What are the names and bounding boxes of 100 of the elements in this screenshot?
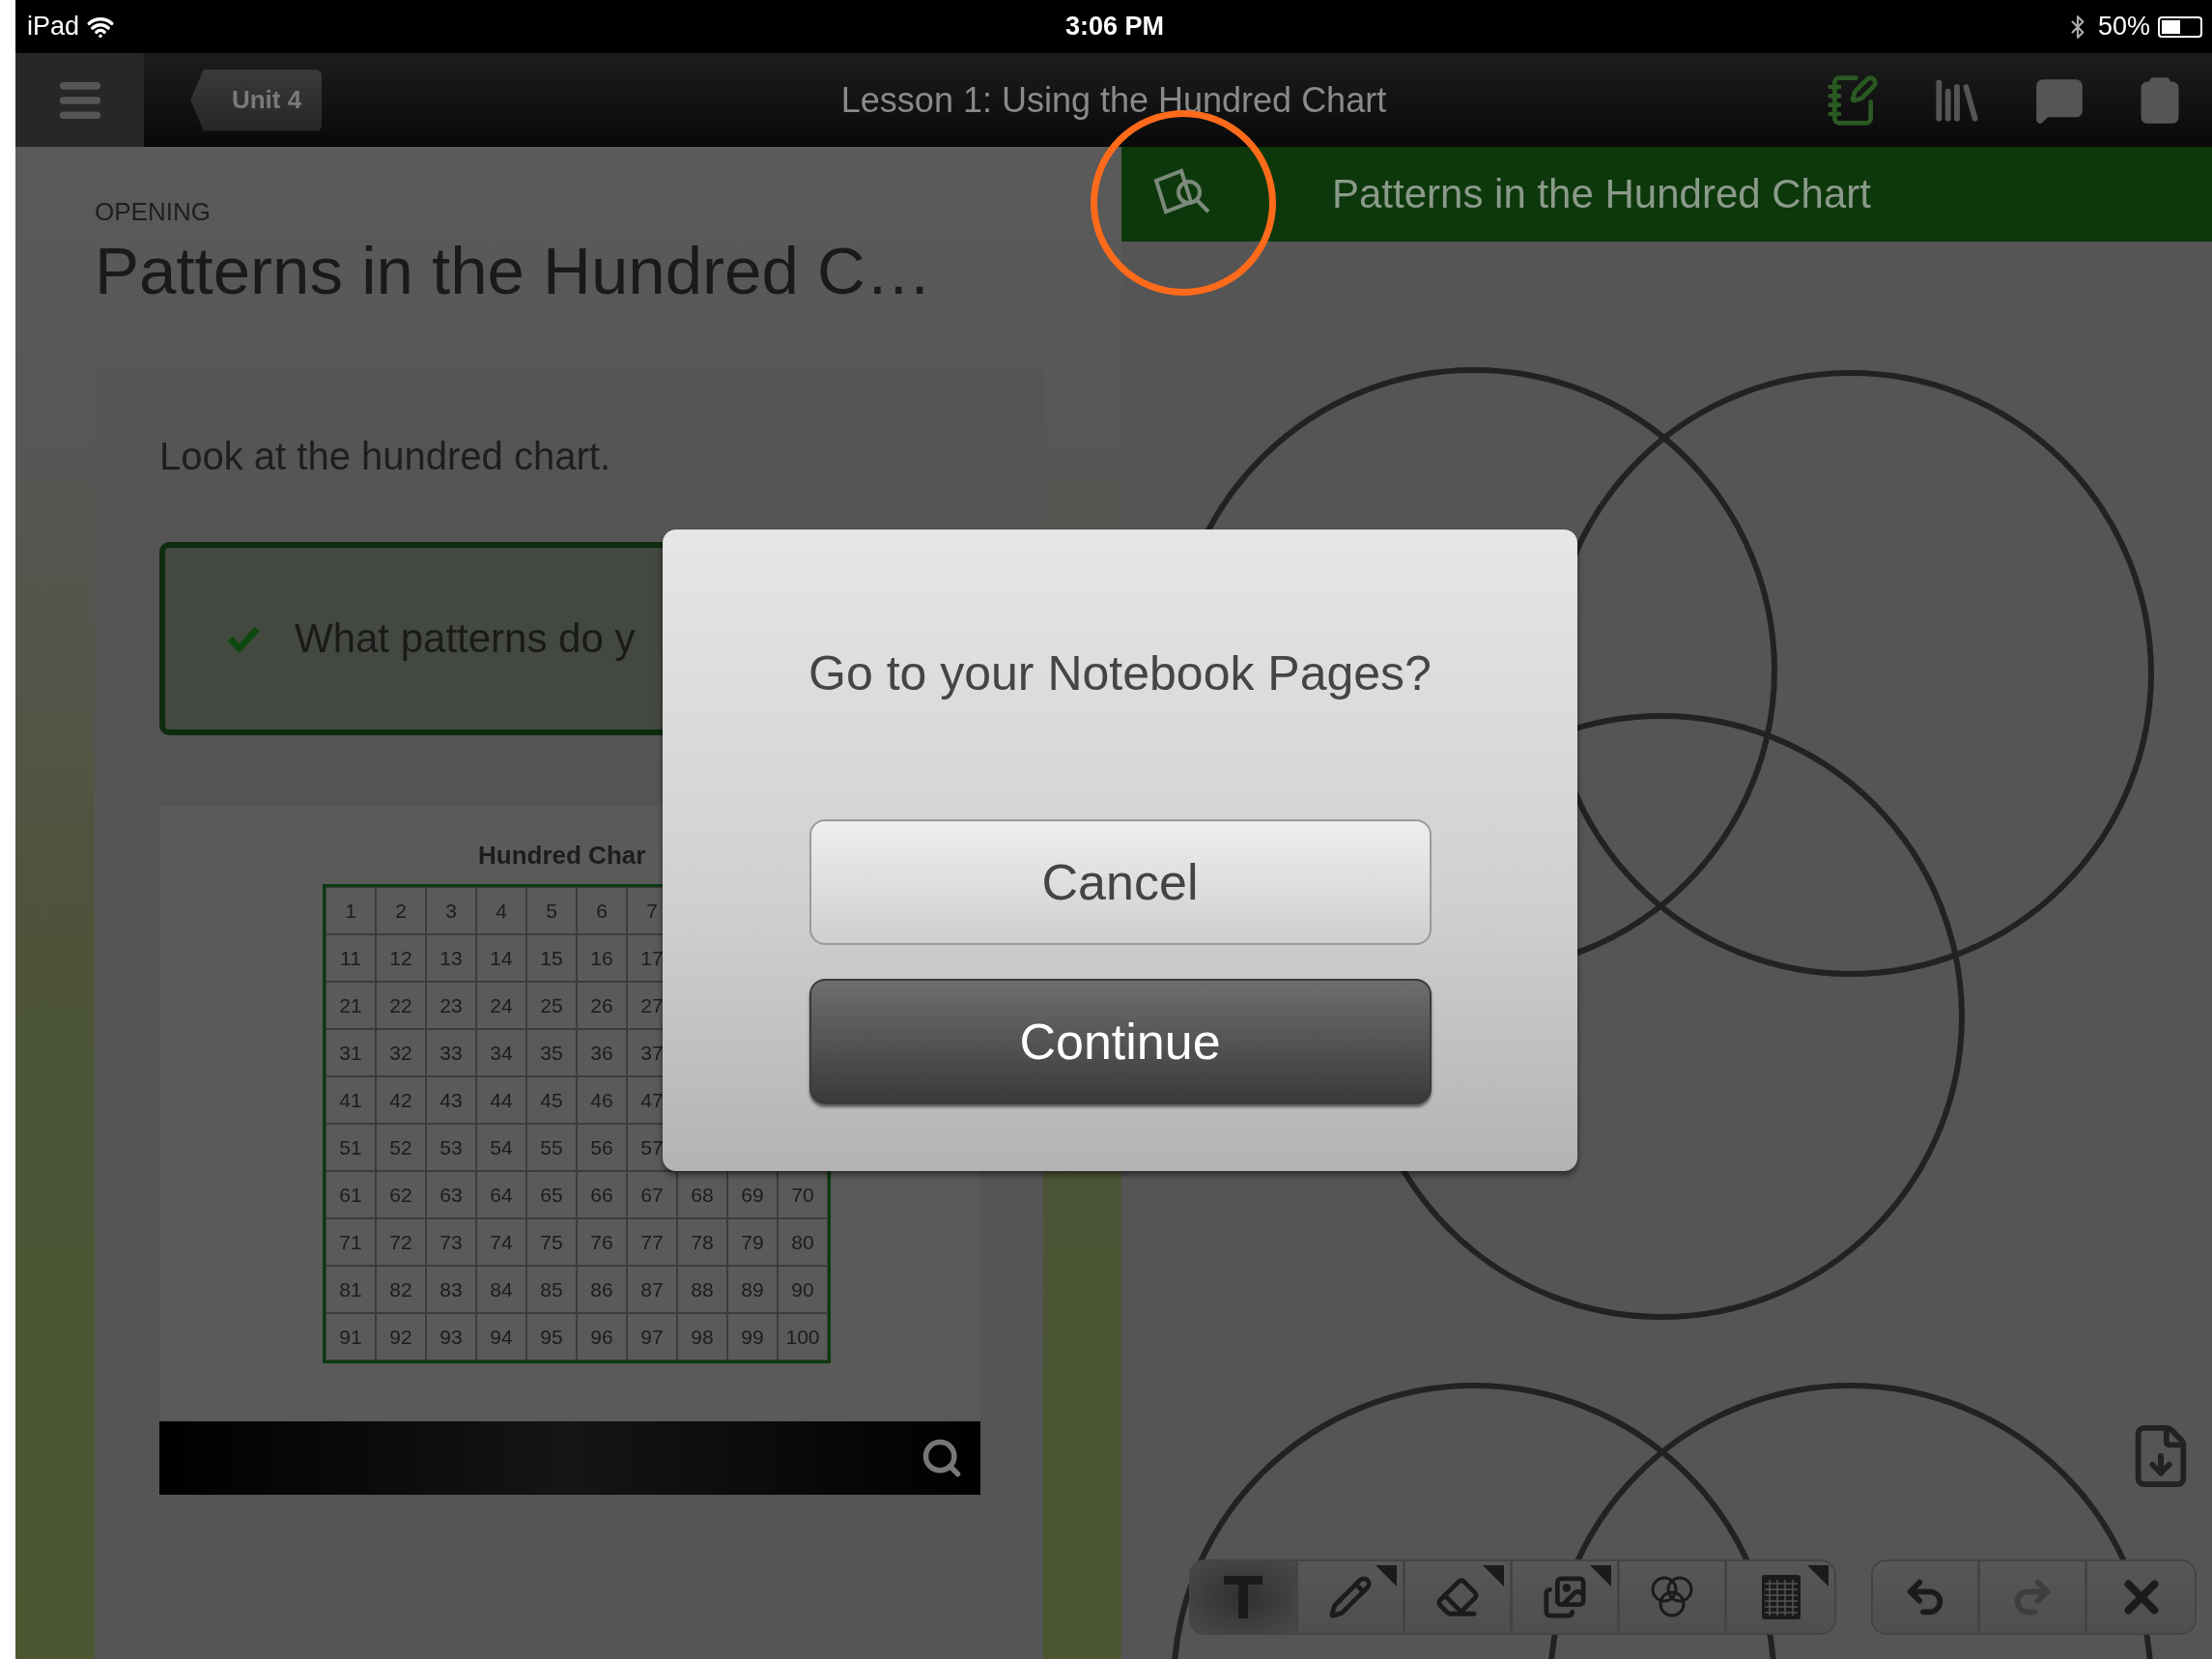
chart-cell: 77 [627, 1218, 677, 1267]
chart-cell: 100 [778, 1313, 828, 1361]
chart-cell: 1 [326, 887, 376, 935]
chart-cell: 53 [426, 1124, 476, 1172]
chart-cell: 92 [376, 1313, 426, 1361]
chart-cell: 43 [426, 1076, 476, 1125]
notebook-title: Patterns in the Hundred Chart [1332, 171, 1871, 217]
chart-cell: 24 [476, 982, 526, 1030]
chart-cell: 63 [426, 1171, 476, 1219]
chart-cell: 54 [476, 1124, 526, 1172]
chart-cell: 81 [326, 1266, 376, 1314]
chart-cell: 84 [476, 1266, 526, 1314]
tool-button[interactable] [1620, 1561, 1727, 1633]
chart-cell: 89 [727, 1266, 778, 1314]
chart-cell: 26 [577, 982, 627, 1030]
chart-cell: 64 [476, 1171, 526, 1219]
chart-cell: 67 [627, 1171, 677, 1219]
chart-title: Hundred Char [478, 841, 647, 872]
section-label: OPENING [95, 197, 212, 227]
chart-cell: 41 [326, 1076, 376, 1125]
chart-cell: 21 [326, 982, 376, 1030]
cancel-button[interactable]: Cancel [808, 819, 1432, 945]
chart-cell: 23 [426, 982, 476, 1030]
chart-cell: 73 [426, 1218, 476, 1267]
chart-cell: 85 [526, 1266, 577, 1314]
chart-cell: 62 [376, 1171, 426, 1219]
chart-cell: 2 [376, 887, 426, 935]
images-icon [1543, 1575, 1587, 1619]
menu-button[interactable] [15, 53, 144, 147]
chart-cell: 98 [677, 1313, 727, 1361]
chart-cell: 55 [526, 1124, 577, 1172]
chart-cell: 34 [476, 1029, 526, 1077]
chart-cell: 70 [778, 1171, 828, 1219]
chart-cell: 94 [476, 1313, 526, 1361]
chart-cell: 32 [376, 1029, 426, 1077]
chart-cell: 16 [577, 934, 627, 983]
chart-cell: 86 [577, 1266, 627, 1314]
chart-cell: 46 [577, 1076, 627, 1125]
chart-cell: 69 [727, 1171, 778, 1219]
chart-cell: 97 [627, 1313, 677, 1361]
dialog-message: Go to your Notebook Pages? [808, 645, 1432, 701]
chart-cell: 33 [426, 1029, 476, 1077]
chart-cell: 25 [526, 982, 577, 1030]
chart-cell: 87 [627, 1266, 677, 1314]
tool-button[interactable] [1513, 1561, 1620, 1633]
chart-cell: 13 [426, 934, 476, 983]
notebook-pen-icon[interactable] [1826, 72, 1880, 128]
pencil-icon [1328, 1575, 1373, 1619]
chart-cell: 79 [727, 1218, 778, 1267]
chart-cell: 91 [326, 1313, 376, 1361]
chart-cell: 61 [326, 1171, 376, 1219]
chart-cell: 11 [326, 934, 376, 983]
chart-cell: 95 [526, 1313, 577, 1361]
device-name: iPad [27, 12, 80, 42]
tool-button[interactable] [1405, 1561, 1513, 1633]
chart-cell: 52 [376, 1124, 426, 1172]
chart-cell: 65 [526, 1171, 577, 1219]
chart-cell: 96 [577, 1313, 627, 1361]
chart-cell: 3 [426, 887, 476, 935]
lesson-title: Lesson 1: Using the Hundred Chart [840, 79, 1387, 120]
chart-cell: 45 [526, 1076, 577, 1125]
chart-cell: 36 [577, 1029, 627, 1077]
action-button[interactable] [2087, 1561, 2195, 1633]
tool-button[interactable] [1298, 1561, 1405, 1633]
chart-cell: 75 [526, 1218, 577, 1267]
chart-cell: 56 [577, 1124, 627, 1172]
continue-button[interactable]: Continue [808, 979, 1432, 1104]
chart-cell: 88 [677, 1266, 727, 1314]
chart-cell: 90 [778, 1266, 828, 1314]
chart-cell: 6 [577, 887, 627, 935]
chart-cell: 31 [326, 1029, 376, 1077]
chart-cell: 4 [476, 887, 526, 935]
page-title: Patterns in the Hundred C… [95, 233, 933, 310]
chart-cell: 76 [577, 1218, 627, 1267]
chart-cell: 72 [376, 1218, 426, 1267]
chart-cell: 82 [376, 1266, 426, 1314]
chart-cell: 99 [727, 1313, 778, 1361]
chart-cell: 78 [677, 1218, 727, 1267]
chart-cell: 66 [577, 1171, 627, 1219]
chart-cell: 42 [376, 1076, 426, 1125]
tool-button[interactable] [1727, 1561, 1834, 1633]
chart-cell: 35 [526, 1029, 577, 1077]
action-button[interactable] [1873, 1561, 1980, 1633]
chart-cell: 12 [376, 934, 426, 983]
chart-cell: 74 [476, 1218, 526, 1267]
chart-cell: 68 [677, 1171, 727, 1219]
chart-cell: 71 [326, 1218, 376, 1267]
chart-cell: 51 [326, 1124, 376, 1172]
chart-cell: 83 [426, 1266, 476, 1314]
tool-button[interactable] [1191, 1561, 1298, 1633]
chart-cell: 14 [476, 934, 526, 983]
grid-icon [1761, 1575, 1801, 1619]
chart-cell: 93 [426, 1313, 476, 1361]
battery-percent: 50% [2097, 12, 2150, 42]
eraser-icon [1435, 1575, 1480, 1619]
text-tool-icon [1224, 1576, 1262, 1618]
battery-icon [2158, 15, 2202, 38]
circles-icon [1650, 1575, 1694, 1619]
chart-cell: 44 [476, 1076, 526, 1125]
chart-cell: 15 [526, 934, 577, 983]
